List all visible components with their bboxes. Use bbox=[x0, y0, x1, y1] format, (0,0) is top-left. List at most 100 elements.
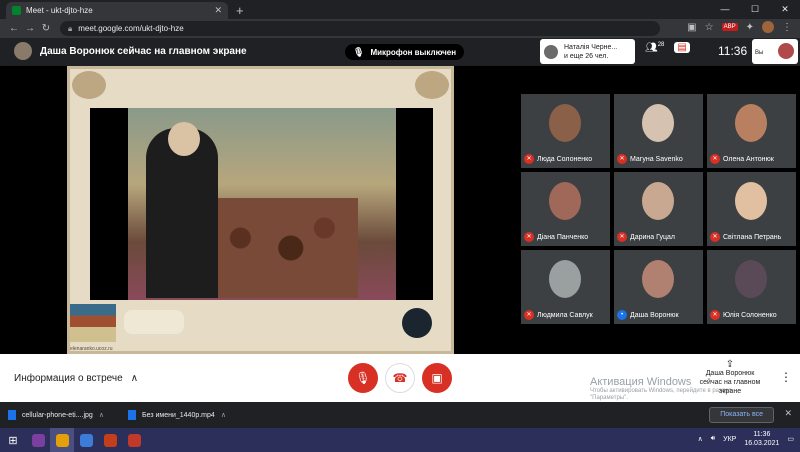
shopper-head bbox=[168, 122, 200, 156]
taskbar-app[interactable] bbox=[98, 428, 122, 452]
video-file-icon bbox=[128, 410, 136, 420]
meeting-info-button[interactable]: Информация о встрече ∧ bbox=[14, 373, 138, 384]
scroll-image bbox=[124, 310, 184, 334]
download-item[interactable]: cellular-phone-eti....jpg ∧ bbox=[8, 410, 128, 420]
people-icon[interactable]: 👥︎28 bbox=[645, 42, 664, 53]
participants-summary[interactable]: Наталія Черне... и еще 26 чел. bbox=[540, 39, 635, 64]
taskbar-app[interactable] bbox=[122, 428, 146, 452]
participant-name: Олена Антонюк bbox=[723, 155, 774, 163]
forward-icon[interactable]: → bbox=[22, 23, 38, 34]
people-count: 28 bbox=[657, 42, 665, 48]
self-view[interactable]: Вы bbox=[752, 39, 798, 64]
new-tab-button[interactable]: + bbox=[236, 2, 244, 19]
taskbar-date: 16.03.2021 bbox=[744, 440, 780, 447]
mic-status-text: Микрофон выключен bbox=[370, 47, 457, 57]
activation-line2: "Параметры". bbox=[590, 395, 628, 401]
more-options-icon[interactable]: ⋮ bbox=[780, 370, 792, 384]
participant-tile[interactable]: ✕ Світлана Петрань bbox=[707, 172, 796, 246]
mic-muted-icon: ✕ bbox=[617, 232, 627, 242]
tab-title: Meet - ukt-djto-hze bbox=[26, 6, 93, 15]
windows-start-icon[interactable]: ⊞ bbox=[0, 434, 26, 447]
participant-tile[interactable]: ✕ Магуна Savenko bbox=[614, 94, 703, 168]
participant-face bbox=[549, 260, 581, 298]
mic-toggle-button[interactable]: 🎙︎ bbox=[348, 363, 378, 393]
menu-kebab-icon[interactable]: ⋮ bbox=[782, 22, 792, 33]
meet-header: Даша Воронюк сейчас на главном экране 🎙︎… bbox=[0, 38, 800, 66]
taskbar-apps bbox=[26, 428, 146, 452]
participant-tile[interactable]: ✕ Діана Панченко bbox=[521, 172, 610, 246]
lock-icon[interactable]: 🔒︎ bbox=[68, 24, 72, 34]
taskbar-app[interactable] bbox=[50, 428, 74, 452]
image-file-icon bbox=[8, 410, 16, 420]
minimize-button[interactable]: — bbox=[710, 0, 740, 19]
mic-muted-icon: ✕ bbox=[617, 154, 627, 164]
participant-face bbox=[735, 182, 767, 220]
participant-name: Діана Панченко bbox=[537, 233, 589, 241]
taskbar-clock[interactable]: 11:36 16.03.2021 bbox=[744, 430, 779, 448]
profile-avatar[interactable] bbox=[762, 21, 774, 33]
participant-nameplate: ✕ Діана Панченко bbox=[524, 232, 588, 242]
participant-nameplate: ✕ Дарина Гуцал bbox=[617, 232, 675, 242]
participant-name: Люда Солоненко bbox=[537, 155, 593, 163]
participant-nameplate: ✕ Світлана Петрань bbox=[710, 232, 781, 242]
chevron-up-icon: ∧ bbox=[130, 373, 139, 384]
back-icon[interactable]: ← bbox=[6, 23, 22, 34]
participant-tile[interactable]: ✕ Люда Солоненко bbox=[521, 94, 610, 168]
extensions-puzzle-icon[interactable]: ✦ bbox=[746, 22, 754, 33]
show-all-downloads-button[interactable]: Показать все bbox=[709, 407, 774, 423]
participant-name: Людмила Савлук bbox=[537, 311, 593, 319]
participant-tile[interactable]: ✕ Олена Антонюк bbox=[707, 94, 796, 168]
mic-status-pill: 🎙︎ Микрофон выключен bbox=[345, 44, 465, 60]
maximize-button[interactable]: ☐ bbox=[740, 0, 770, 19]
url-text: meet.google.com/ukt-djto-hze bbox=[78, 24, 184, 33]
participant-name: Магуна Savenko bbox=[630, 155, 683, 163]
taskbar-app[interactable] bbox=[26, 428, 50, 452]
system-tray: ∧ 🔊︎ УКР 11:36 16.03.2021 ▭ bbox=[698, 430, 794, 448]
participants-summary-text: Наталія Черне... и еще 26 чел. bbox=[564, 43, 617, 61]
frame-ornament bbox=[415, 71, 449, 99]
participant-face bbox=[735, 260, 767, 298]
volume-icon[interactable]: 🔊︎ bbox=[711, 435, 715, 443]
participant-name: Даша Воронюк bbox=[630, 311, 679, 319]
participant-tile[interactable]: • Даша Воронюк bbox=[614, 250, 703, 324]
mic-muted-icon: ✕ bbox=[710, 154, 720, 164]
hang-up-icon: ☎︎ bbox=[392, 371, 408, 385]
leave-call-button[interactable]: ☎︎ bbox=[385, 363, 415, 393]
download-item[interactable]: Без имени_1440p.mp4 ∧ bbox=[128, 410, 248, 420]
browser-tab[interactable]: Meet - ukt-djto-hze ✕ bbox=[6, 2, 228, 19]
adblock-icon[interactable]: ABP bbox=[721, 23, 738, 31]
participant-face bbox=[735, 104, 767, 142]
mic-muted-icon: ✕ bbox=[524, 232, 534, 242]
participant-nameplate: ✕ Магуна Savenko bbox=[617, 154, 683, 164]
camera-toggle-button[interactable]: ▣ bbox=[422, 363, 452, 393]
tray-chevron-icon[interactable]: ∧ bbox=[698, 435, 703, 443]
language-indicator[interactable]: УКР bbox=[723, 436, 736, 443]
participant-tile[interactable]: ✕ Юлія Солоненко bbox=[707, 250, 796, 324]
presenting-indicator[interactable]: ⇪ Даша Воронюк сейчас на главном экране bbox=[690, 360, 770, 396]
bookmark-star-icon[interactable]: ☆ bbox=[705, 22, 714, 33]
participant-nameplate: ✕ Юлія Солоненко bbox=[710, 310, 777, 320]
mic-muted-icon: ✕ bbox=[524, 154, 534, 164]
meeting-info-label: Информация о встрече bbox=[14, 373, 123, 384]
reload-icon[interactable]: ↻ bbox=[38, 23, 54, 34]
mic-muted-icon: ✕ bbox=[710, 310, 720, 320]
browser-tab-strip: Meet - ukt-djto-hze ✕ + — ☐ ✕ bbox=[0, 0, 800, 19]
chevron-up-icon[interactable]: ∧ bbox=[221, 411, 226, 419]
chat-icon[interactable]: ▤ bbox=[674, 42, 690, 54]
notifications-icon[interactable]: ▭ bbox=[787, 435, 794, 443]
slide-watermark: elenaranko.ucoz.ru bbox=[70, 346, 113, 352]
participant-name: Світлана Петрань bbox=[723, 233, 782, 241]
close-window-button[interactable]: ✕ bbox=[770, 0, 800, 19]
chevron-up-icon[interactable]: ∧ bbox=[99, 411, 104, 419]
omnibox[interactable]: 🔒︎ meet.google.com/ukt-djto-hze bbox=[60, 21, 660, 36]
close-downloads-icon[interactable]: ✕ bbox=[784, 408, 792, 419]
participants-line1: Наталія Черне... bbox=[564, 43, 618, 51]
participant-tile[interactable]: ✕ Дарина Гуцал bbox=[614, 172, 703, 246]
camera-icon[interactable]: ▣ bbox=[687, 22, 696, 33]
frame-ornament bbox=[72, 71, 106, 99]
close-tab-icon[interactable]: ✕ bbox=[214, 5, 222, 16]
taskbar-app[interactable] bbox=[74, 428, 98, 452]
main-stage: elenaranko.ucoz.ru bbox=[0, 66, 520, 354]
inkwell-image bbox=[402, 308, 432, 338]
participant-tile[interactable]: ✕ Людмила Савлук bbox=[521, 250, 610, 324]
